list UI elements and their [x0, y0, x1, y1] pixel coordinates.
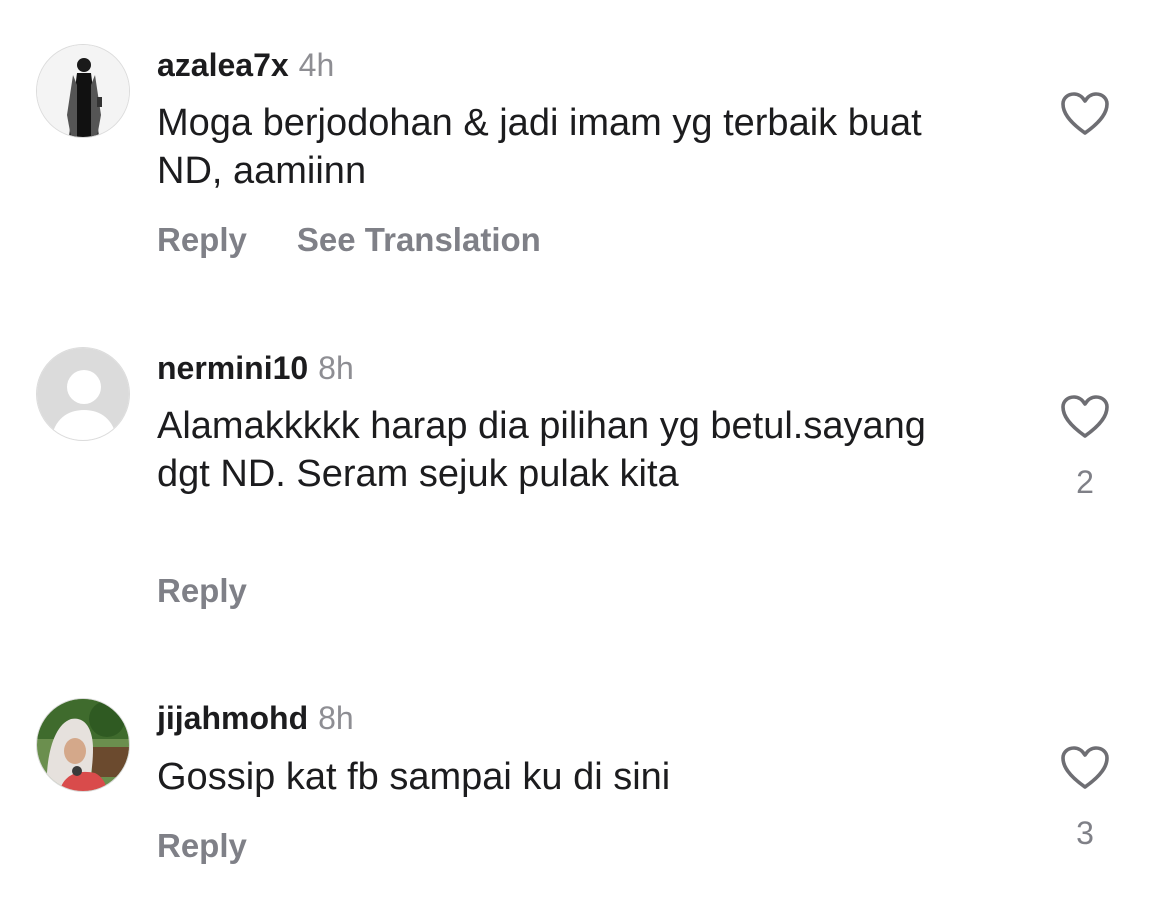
- heart-icon[interactable]: [1060, 91, 1110, 137]
- comment-text: Gossip kat fb sampai ku di sini: [157, 756, 671, 798]
- avatar-photo-icon: [37, 45, 129, 137]
- reply-button[interactable]: Reply: [157, 221, 247, 258]
- reply-button[interactable]: Reply: [157, 572, 247, 609]
- like-count: 3: [1076, 815, 1094, 851]
- like-area: 2: [1058, 394, 1112, 502]
- heart-icon[interactable]: [1060, 394, 1110, 440]
- timestamp: 8h: [318, 350, 354, 386]
- see-translation-button[interactable]: See Translation: [297, 221, 541, 258]
- username[interactable]: azalea7x: [157, 47, 289, 83]
- username[interactable]: jijahmohd: [157, 700, 308, 736]
- reply-button[interactable]: Reply: [157, 827, 247, 864]
- like-count: 2: [1076, 464, 1094, 500]
- like-area: [1058, 91, 1112, 137]
- default-avatar-icon: [37, 348, 129, 440]
- avatar-photo-icon: [37, 699, 129, 791]
- avatar[interactable]: [36, 698, 130, 792]
- avatar[interactable]: [36, 347, 130, 441]
- timestamp: 8h: [318, 700, 354, 736]
- heart-icon[interactable]: [1060, 745, 1110, 791]
- username[interactable]: nermini10: [157, 350, 308, 386]
- avatar[interactable]: [36, 44, 130, 138]
- like-area: 3: [1058, 745, 1112, 853]
- timestamp: 4h: [298, 47, 335, 83]
- comment-text: Moga berjodohan & jadi imam yg terbaik b…: [157, 102, 922, 192]
- comment-text: Alamakkkkk harap dia pilihan yg betul.sa…: [157, 405, 926, 495]
